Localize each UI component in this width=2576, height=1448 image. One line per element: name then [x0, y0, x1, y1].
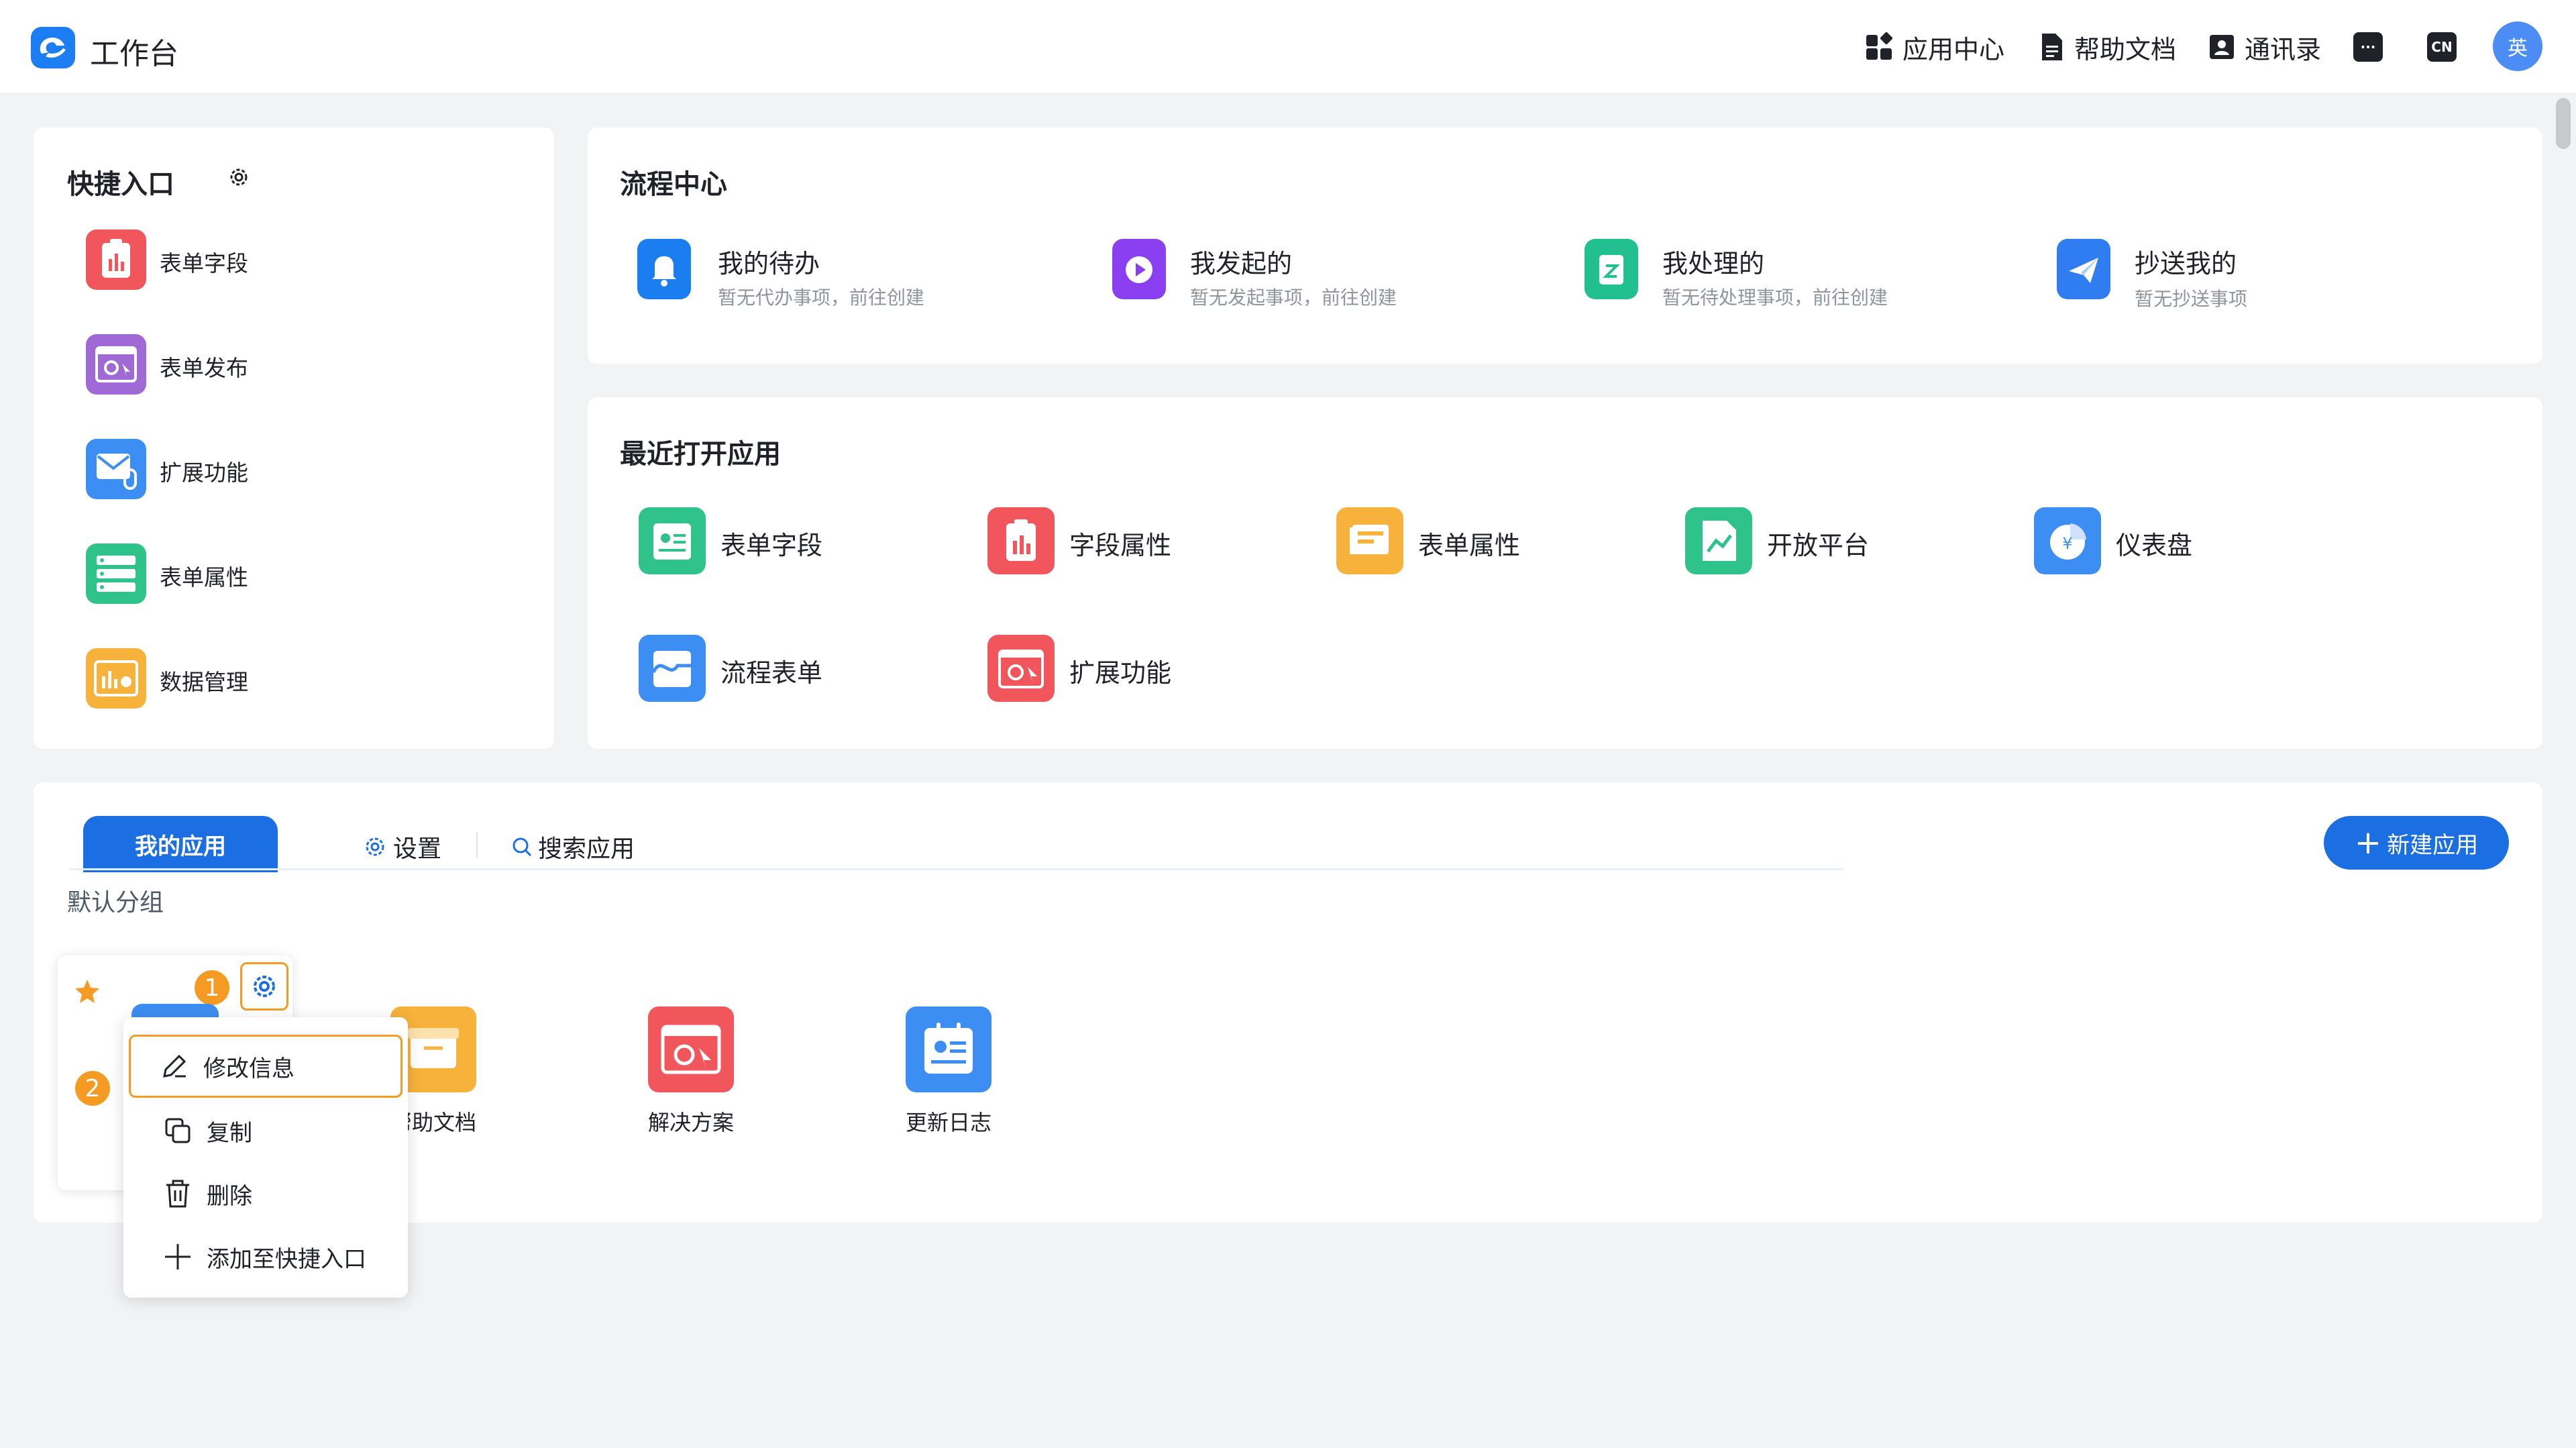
quick-item-label: 数据管理	[160, 669, 248, 695]
tab-settings[interactable]: 设置	[362, 829, 441, 864]
menu-item-label: 删除	[207, 1182, 252, 1210]
send-icon	[2057, 239, 2110, 299]
document-icon	[2037, 32, 2066, 62]
flow-center-title: 流程中心	[620, 169, 727, 200]
form-card-icon	[906, 1006, 991, 1092]
window-target-icon	[86, 334, 146, 395]
app-grid-icon	[1865, 32, 1894, 62]
menu-item-label: 修改信息	[203, 1055, 294, 1082]
app-item-label: 解决方案	[647, 1110, 734, 1135]
app-settings-button[interactable]	[240, 962, 288, 1011]
menu-item-delete[interactable]: 删除	[129, 1162, 402, 1225]
flow-item-sub: 暂无发起事项，前往创建	[1190, 287, 1397, 309]
quick-entry-title: 快捷入口	[67, 169, 174, 200]
avatar[interactable]: 英	[2493, 21, 2542, 71]
step-badge-2: 2	[75, 1071, 110, 1106]
menu-item-edit-info[interactable]: 修改信息	[129, 1035, 402, 1098]
group-label: 默认分组	[67, 889, 164, 917]
dashboard-pie-icon: ¥	[2034, 507, 2101, 574]
recent-item-label: 表单属性	[1418, 531, 1521, 560]
tab-search-label: 搜索应用	[538, 835, 635, 863]
recent-item-label: 字段属性	[1069, 531, 1172, 560]
flow-item-sub: 暂无代办事项，前往创建	[718, 287, 925, 309]
nav-help-docs-label: 帮助文档	[2074, 34, 2177, 64]
menu-item-add-quick[interactable]: 添加至快捷入口	[129, 1225, 402, 1288]
tab-my-apps[interactable]: 我的应用	[83, 816, 278, 872]
flow-item-label: 我发起的	[1190, 249, 1293, 278]
app-logo-icon	[31, 27, 75, 68]
flow-item-label: 抄送我的	[2135, 249, 2237, 278]
document-check-icon	[1585, 239, 1638, 299]
flow-form-icon	[639, 635, 706, 702]
new-app-button[interactable]: + 新建应用	[2324, 816, 2509, 870]
top-bar: 工作台 应用中心 帮助文档 通讯录 ··· CN 英	[0, 0, 2576, 94]
trash-icon	[161, 1177, 195, 1210]
quick-entry-settings-icon[interactable]	[227, 165, 251, 192]
menu-item-label: 添加至快捷入口	[207, 1245, 366, 1273]
tab-settings-label: 设置	[393, 835, 442, 863]
gear-icon	[362, 834, 388, 860]
scrollbar[interactable]	[2556, 98, 2571, 149]
play-icon	[1112, 239, 1166, 299]
flow-item-label: 我的待办	[718, 249, 820, 278]
quick-item-label: 表单发布	[160, 355, 248, 381]
quick-item-label: 表单字段	[160, 250, 248, 276]
language-switch-button[interactable]: CN	[2427, 32, 2457, 62]
star-icon[interactable]	[72, 977, 102, 1009]
clipboard-chart-icon	[987, 507, 1055, 574]
nav-contacts[interactable]: 通讯录	[2207, 30, 2321, 64]
nav-app-center[interactable]: 应用中心	[1865, 30, 2004, 64]
quick-entry-card: 快捷入口 表单字段 表单发布 扩展功能 表单属性 数据管理	[34, 127, 554, 749]
new-app-label: 新建应用	[2387, 831, 2479, 859]
step-badge-1: 1	[195, 970, 229, 1005]
trend-doc-icon	[1685, 507, 1752, 574]
copy-icon	[161, 1114, 195, 1147]
nav-app-center-label: 应用中心	[1902, 34, 2005, 64]
flow-center-card: 流程中心 我的待办 暂无代办事项，前往创建 我发起的 暂无发起事项，前往创建 我…	[588, 127, 2542, 364]
list-rows-icon	[86, 544, 146, 604]
form-card-icon	[639, 507, 706, 574]
flow-item-sub: 暂无待处理事项，前往创建	[1662, 287, 1888, 309]
app-item-label: 更新日志	[905, 1110, 991, 1135]
edit-pencil-icon	[158, 1049, 191, 1083]
nav-help-docs[interactable]: 帮助文档	[2037, 30, 2176, 64]
recent-item-label: 开放平台	[1767, 531, 1870, 560]
contacts-icon	[2207, 32, 2237, 62]
svg-text:¥: ¥	[2062, 534, 2072, 553]
window-target-icon	[987, 635, 1055, 702]
tab-underline	[70, 868, 1843, 870]
menu-item-label: 复制	[207, 1119, 252, 1147]
data-chart-icon	[86, 648, 146, 709]
quick-item-label: 扩展功能	[160, 460, 248, 486]
menu-item-copy[interactable]: 复制	[129, 1099, 402, 1162]
recent-item-label: 仪表盘	[2116, 531, 2193, 560]
app-context-menu: 修改信息 复制 删除 添加至快捷入口	[123, 1017, 408, 1298]
recent-item-label: 表单字段	[720, 531, 823, 560]
mail-attach-icon	[86, 439, 146, 499]
flow-item-sub: 暂无抄送事项	[2135, 288, 2248, 310]
recent-item-label: 扩展功能	[1069, 658, 1172, 688]
recent-apps-title: 最近打开应用	[620, 439, 781, 470]
clipboard-chart-icon	[86, 229, 146, 290]
plus-icon	[161, 1240, 195, 1274]
message-icon[interactable]: ···	[2353, 32, 2383, 62]
page-title: 工作台	[90, 37, 178, 71]
search-icon	[510, 835, 534, 859]
bell-icon	[637, 239, 691, 299]
quick-item-label: 表单属性	[160, 564, 248, 590]
recent-item-label: 流程表单	[720, 658, 823, 688]
tab-search-apps[interactable]: 搜索应用	[510, 829, 635, 864]
plus-icon: +	[2354, 824, 2382, 862]
window-target-icon	[648, 1006, 734, 1092]
tab-divider	[476, 832, 478, 858]
flow-item-label: 我处理的	[1662, 249, 1765, 278]
nav-contacts-label: 通讯录	[2245, 34, 2322, 64]
recent-apps-card: 最近打开应用 表单字段 字段属性 表单属性 开放平台 ¥ 仪表盘 流程表单 扩展…	[588, 397, 2542, 749]
board-icon	[1336, 507, 1403, 574]
